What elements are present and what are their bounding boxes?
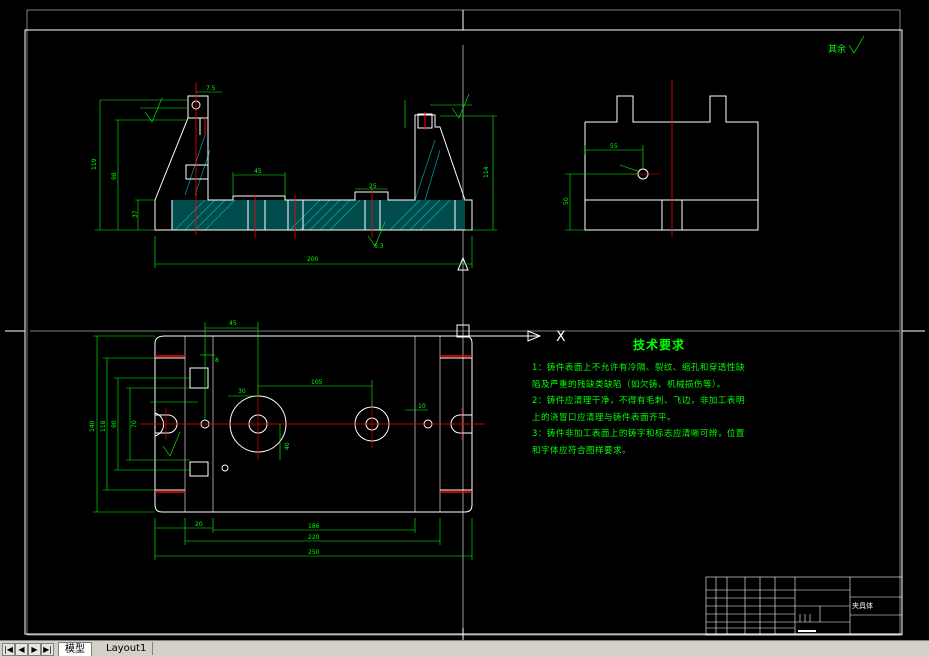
- drawing-border: [24, 29, 903, 635]
- front-view: 7.5 119 98 37 45 25 114 200 6.3: [91, 82, 497, 268]
- note-line: 陷及严重的残缺类缺陷（如欠铸、机械损伤等）。: [532, 379, 726, 390]
- drawing-canvas[interactable]: X 7.5 119 98 37 45 25 114 200 6.3 55 50 …: [0, 0, 929, 640]
- note-line: 2：铸件应清理干净，不得有毛刺、飞边，非加工表明: [532, 396, 745, 406]
- prev-tab-button[interactable]: ◀: [15, 643, 28, 656]
- dim-186: 186: [308, 523, 320, 530]
- tab-layout1[interactable]: Layout1: [100, 642, 154, 655]
- note-line: 上的浇冒口应清理与铸件表面齐平。: [532, 412, 677, 423]
- sheet-border: [26, 9, 901, 636]
- dim-250: 250: [308, 549, 320, 556]
- first-tab-button[interactable]: |◀: [2, 643, 15, 656]
- drawing-name: 夹具体: [852, 602, 873, 610]
- dim-50: 50: [563, 197, 570, 205]
- dim-8: 8: [215, 357, 219, 364]
- plan-view: 45 8 30 105 40 10 20 186 220 250 140 118…: [89, 320, 485, 560]
- dim-220: 220: [308, 534, 320, 541]
- dim-70: 70: [131, 420, 138, 428]
- dim-10: 10: [418, 403, 426, 410]
- dim-6-3: 6.3: [374, 243, 384, 250]
- dim-20: 20: [195, 521, 203, 528]
- tab-model[interactable]: 模型: [58, 642, 92, 656]
- axis-x-label: X: [556, 329, 566, 345]
- dim-37: 37: [132, 210, 139, 218]
- roughness-symbol: [848, 35, 865, 54]
- cad-drawing: X 7.5 119 98 37 45 25 114 200 6.3 55 50 …: [5, 9, 925, 640]
- dim-118: 118: [100, 420, 107, 432]
- ucs-icon: X: [457, 256, 566, 345]
- dim-105: 105: [311, 379, 323, 386]
- dim-98: 98: [111, 172, 118, 180]
- dim-140: 140: [89, 420, 96, 432]
- dim-45-front: 45: [254, 168, 262, 175]
- note-line: 1：铸件表面上不允许有冷隔、裂纹、缩孔和穿透性缺: [532, 363, 745, 373]
- last-tab-button[interactable]: ▶|: [41, 643, 54, 656]
- title-block-bar: [798, 630, 816, 632]
- layout-tab-bar: |◀ ◀ ▶ ▶| 模型 Layout1: [0, 640, 929, 657]
- dim-200: 200: [307, 256, 319, 263]
- dim-45-plan: 45: [229, 320, 237, 327]
- dim-55: 55: [610, 143, 618, 150]
- crosshair-cursor: [30, 45, 900, 630]
- notes-title: 技术要求: [633, 338, 686, 352]
- dim-25: 25: [369, 183, 377, 190]
- note-line: 和字体应符合图样要求。: [532, 445, 632, 456]
- roughness-note: 其余: [828, 45, 847, 55]
- dim-40: 40: [284, 442, 291, 450]
- dim-114: 114: [483, 166, 490, 178]
- side-view: 55 50: [563, 80, 759, 236]
- note-line: 3：铸件非加工表面上的铸字和标志应清晰可辨，位置: [532, 429, 745, 439]
- dim-90: 90: [111, 420, 118, 428]
- technical-notes: 1：铸件表面上不允许有冷隔、裂纹、缩孔和穿透性缺 陷及严重的残缺类缺陷（如欠铸、…: [532, 360, 782, 459]
- dim-30: 30: [238, 388, 246, 395]
- dim-119: 119: [91, 158, 98, 170]
- next-tab-button[interactable]: ▶: [28, 643, 41, 656]
- dim-7-5: 7.5: [206, 85, 216, 92]
